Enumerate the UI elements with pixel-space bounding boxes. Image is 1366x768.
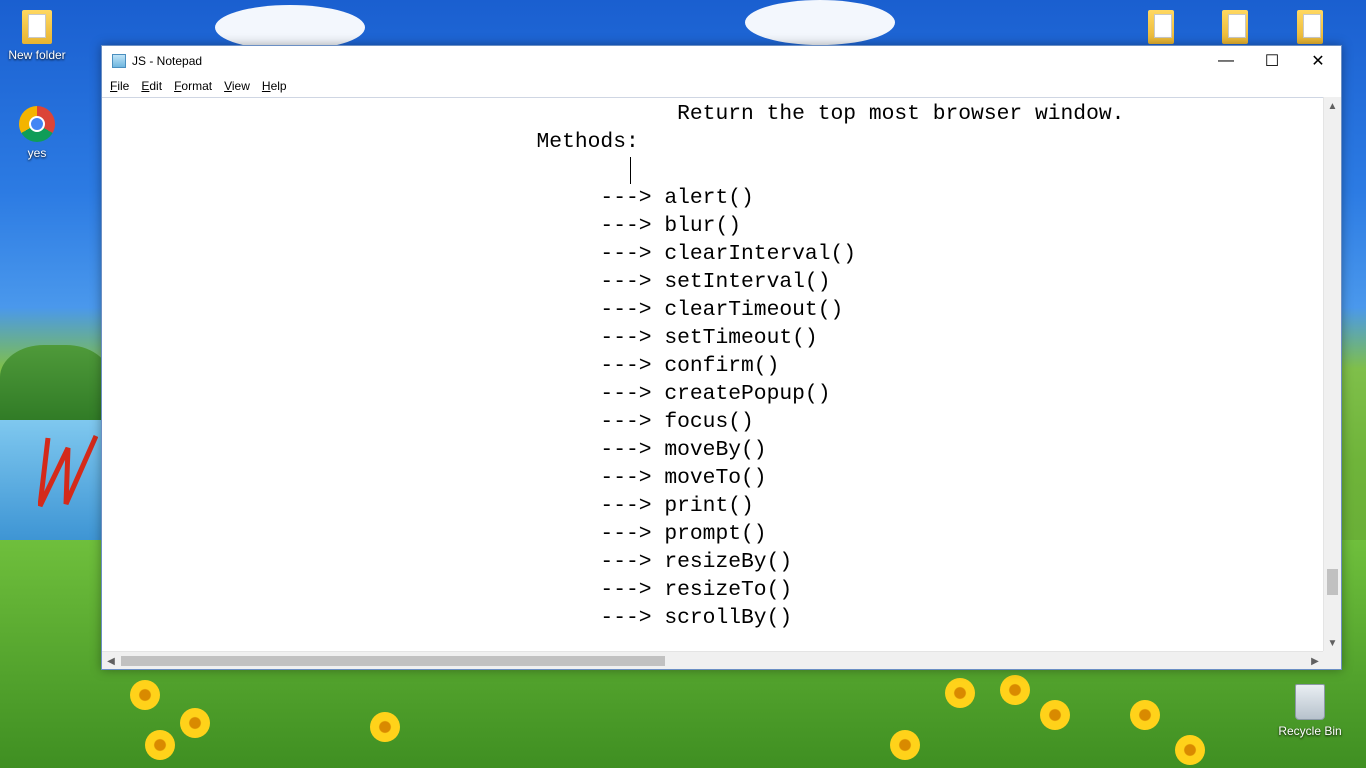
text-editor[interactable]: Return the top most browser window. Meth… (102, 97, 1324, 653)
desktop-icon-chrome-shortcut[interactable]: yes (0, 106, 77, 160)
menu-format-label: ormat (181, 79, 213, 93)
flower (1000, 675, 1030, 705)
menu-format[interactable]: Format (168, 79, 218, 93)
window-title: JS - Notepad (132, 54, 203, 68)
menu-file-label: ile (117, 79, 130, 93)
text-caret (630, 157, 631, 184)
trees-scenery (0, 345, 110, 425)
flower (945, 678, 975, 708)
menu-view-label: iew (231, 79, 250, 93)
scroll-down-button[interactable]: ▼ (1324, 634, 1341, 652)
menu-bar: File Edit Format View Help (102, 76, 1341, 96)
menu-view-accesskey: V (224, 79, 232, 93)
flower (1040, 700, 1070, 730)
notepad-window: JS - Notepad — ☐ ✕ File Edit Format View… (101, 45, 1342, 670)
flower (370, 712, 400, 742)
title-bar[interactable]: JS - Notepad — ☐ ✕ (102, 46, 1341, 76)
menu-help[interactable]: Help (256, 79, 293, 93)
menu-edit[interactable]: Edit (135, 79, 168, 93)
minimize-button[interactable]: — (1203, 46, 1249, 76)
flower (1175, 735, 1205, 765)
notepad-icon (112, 54, 126, 68)
menu-edit-label: dit (149, 79, 163, 93)
flower (145, 730, 175, 760)
desktop-icon-label: New folder (8, 48, 66, 62)
folder-icon[interactable] (1148, 10, 1174, 44)
close-button[interactable]: ✕ (1295, 46, 1341, 76)
flower (130, 680, 160, 710)
maximize-button[interactable]: ☐ (1249, 46, 1295, 76)
horizontal-scrollbar[interactable]: ◀ ▶ (102, 651, 1324, 669)
menu-file[interactable]: File (104, 79, 135, 93)
scroll-left-button[interactable]: ◀ (102, 652, 120, 670)
desktop-icon-label: yes (27, 146, 47, 160)
size-grip[interactable] (1323, 651, 1341, 669)
menu-help-label: elp (270, 79, 287, 93)
recycle-bin-icon (1295, 684, 1325, 720)
flower (890, 730, 920, 760)
scroll-up-button[interactable]: ▲ (1324, 97, 1341, 115)
menu-view[interactable]: View (218, 79, 256, 93)
desktop-icon-new-folder[interactable]: New folder (0, 10, 77, 62)
menu-help-accesskey: H (261, 79, 271, 93)
folder-icon[interactable] (1222, 10, 1248, 44)
chrome-icon (19, 106, 55, 142)
folder-icon (22, 10, 52, 44)
flower (1130, 700, 1160, 730)
vertical-scrollbar[interactable]: ▲ ▼ (1323, 97, 1341, 652)
horizontal-scroll-thumb[interactable] (121, 656, 665, 666)
cloud (215, 5, 365, 50)
cloud (745, 0, 895, 45)
red-scribble (38, 434, 98, 508)
flower (180, 708, 210, 738)
vertical-scroll-thumb[interactable] (1327, 568, 1338, 595)
desktop-icon-label: Recycle Bin (1278, 724, 1342, 738)
document-text[interactable]: Return the top most browser window. Meth… (102, 100, 1125, 632)
folder-icon[interactable] (1297, 10, 1323, 44)
scroll-right-button[interactable]: ▶ (1306, 652, 1324, 670)
desktop-icon-recycle-bin[interactable]: Recycle Bin (1270, 684, 1350, 738)
